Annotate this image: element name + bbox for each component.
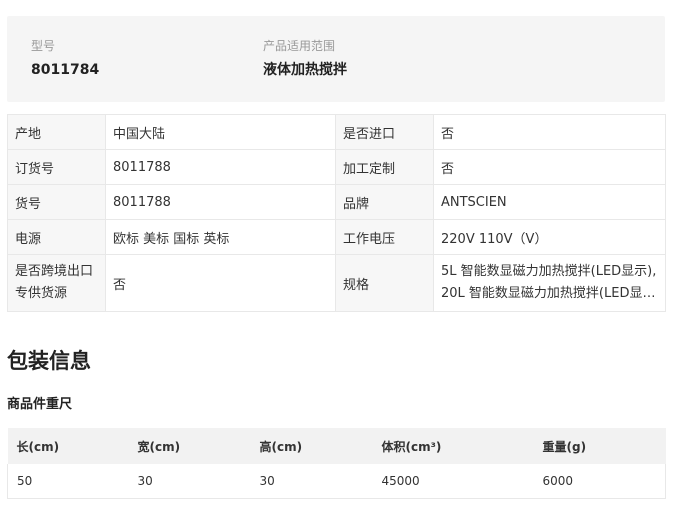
scope-value: 液体加热搅拌 (263, 62, 347, 78)
summary-scope: 产品适用范围 液体加热搅拌 (263, 38, 347, 80)
attribute-row: 货号 8011788 品牌 ANTSCIEN (7, 184, 666, 220)
attr-key-cross-border: 是否跨境出口专供货源 (7, 254, 106, 312)
attribute-row: 产地 中国大陆 是否进口 否 (7, 114, 666, 150)
value-weight: 6000 (533, 464, 666, 499)
product-summary-panel: 型号 8011784 产品适用范围 液体加热搅拌 (7, 16, 665, 102)
attr-value-customization: 否 (433, 149, 666, 185)
attr-value-brand: ANTSCIEN (433, 184, 666, 220)
header-height: 高(cm) (250, 428, 373, 464)
scope-label: 产品适用范围 (263, 39, 336, 53)
attr-key-imported: 是否进口 (335, 114, 434, 150)
model-label: 型号 (31, 39, 56, 53)
dimensions-row: 50 30 30 45000 6000 (7, 464, 666, 499)
header-width: 宽(cm) (128, 428, 251, 464)
attr-key-brand: 品牌 (335, 184, 434, 220)
value-length: 50 (7, 464, 129, 499)
attr-key-order-number: 订货号 (7, 149, 106, 185)
summary-model: 型号 8011784 (31, 38, 99, 80)
model-value: 8011784 (31, 62, 100, 78)
header-weight: 重量(g) (533, 428, 666, 464)
attr-key-cross-border-text: 是否跨境出口专供货源 (15, 264, 94, 301)
attr-value-order-number: 8011788 (105, 149, 336, 185)
attr-value-spec: 5L 智能数显磁力加热搅拌(LED显示),20L 智能数显磁力加热搅拌(LED显… (433, 254, 666, 312)
attr-key-customization: 加工定制 (335, 149, 434, 185)
packaging-subtitle: 商品件重尺 (7, 397, 73, 412)
attr-value-voltage: 220V 110V（V） (433, 219, 666, 255)
attr-key-item-number: 货号 (7, 184, 106, 220)
attr-value-cross-border: 否 (105, 254, 336, 312)
attribute-row: 电源 欧标 美标 国标 英标 工作电压 220V 110V（V） (7, 219, 666, 255)
value-volume: 45000 (372, 464, 534, 499)
value-width: 30 (128, 464, 251, 499)
attributes-table: 产地 中国大陆 是否进口 否 订货号 8011788 加工定制 否 货号 801… (7, 114, 666, 312)
dimensions-table: 长(cm) 宽(cm) 高(cm) 体积(cm³) 重量(g) 50 30 30… (7, 428, 666, 499)
attr-key-voltage: 工作电压 (335, 219, 434, 255)
header-length: 长(cm) (7, 428, 129, 464)
attribute-row: 是否跨境出口专供货源 否 规格 5L 智能数显磁力加热搅拌(LED显示),20L… (7, 254, 666, 312)
dimensions-header-row: 长(cm) 宽(cm) 高(cm) 体积(cm³) 重量(g) (7, 428, 666, 464)
value-height: 30 (250, 464, 373, 499)
attr-value-imported: 否 (433, 114, 666, 150)
header-volume: 体积(cm³) (372, 428, 534, 464)
attribute-row: 订货号 8011788 加工定制 否 (7, 149, 666, 185)
attr-key-spec: 规格 (335, 254, 434, 312)
attr-key-power: 电源 (7, 219, 106, 255)
attr-value-origin: 中国大陆 (105, 114, 336, 150)
packaging-title: 包装信息 (7, 349, 91, 373)
attr-value-item-number: 8011788 (105, 184, 336, 220)
attr-value-spec-text: 5L 智能数显磁力加热搅拌(LED显示),20L 智能数显磁力加热搅拌(LED显… (441, 264, 657, 301)
attr-key-origin: 产地 (7, 114, 106, 150)
attr-value-power: 欧标 美标 国标 英标 (105, 219, 336, 255)
